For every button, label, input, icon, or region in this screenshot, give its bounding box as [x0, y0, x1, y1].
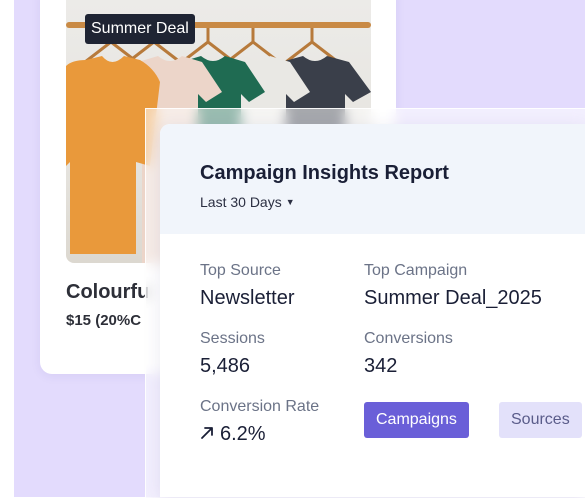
- top-source-label: Top Source: [200, 262, 281, 279]
- top-source-value: Newsletter: [200, 287, 295, 309]
- sessions-value: 5,486: [200, 355, 251, 377]
- conversion-rate-row: 6.2%: [200, 423, 266, 446]
- campaign-report-panel: Campaign Insights Report Last 30 Days ▼ T…: [160, 124, 585, 497]
- sources-button[interactable]: Sources: [499, 402, 582, 438]
- top-campaign-label: Top Campaign: [364, 262, 468, 279]
- caret-down-icon: ▼: [285, 197, 295, 207]
- period-label: Last 30 Days: [200, 194, 282, 210]
- sessions-label: Sessions: [200, 330, 265, 347]
- conversions-value: 342: [364, 355, 398, 377]
- conversion-rate-value: 6.2%: [220, 423, 266, 445]
- top-campaign-value: Summer Deal_2025: [364, 287, 542, 309]
- period-dropdown[interactable]: Last 30 Days ▼: [200, 194, 295, 210]
- arrow-up-right-icon: [201, 427, 213, 439]
- deal-tag: Summer Deal: [85, 14, 195, 44]
- product-name[interactable]: Colourfu: [66, 281, 149, 304]
- report-header: Campaign Insights Report Last 30 Days ▼: [160, 124, 585, 234]
- report-title: Campaign Insights Report: [200, 162, 449, 184]
- product-price: $15 (20%C: [66, 312, 142, 329]
- campaigns-button[interactable]: Campaigns: [364, 402, 469, 438]
- page-edge: [0, 0, 14, 497]
- conversion-rate-label: Conversion Rate: [200, 398, 320, 415]
- conversions-label: Conversions: [364, 330, 453, 347]
